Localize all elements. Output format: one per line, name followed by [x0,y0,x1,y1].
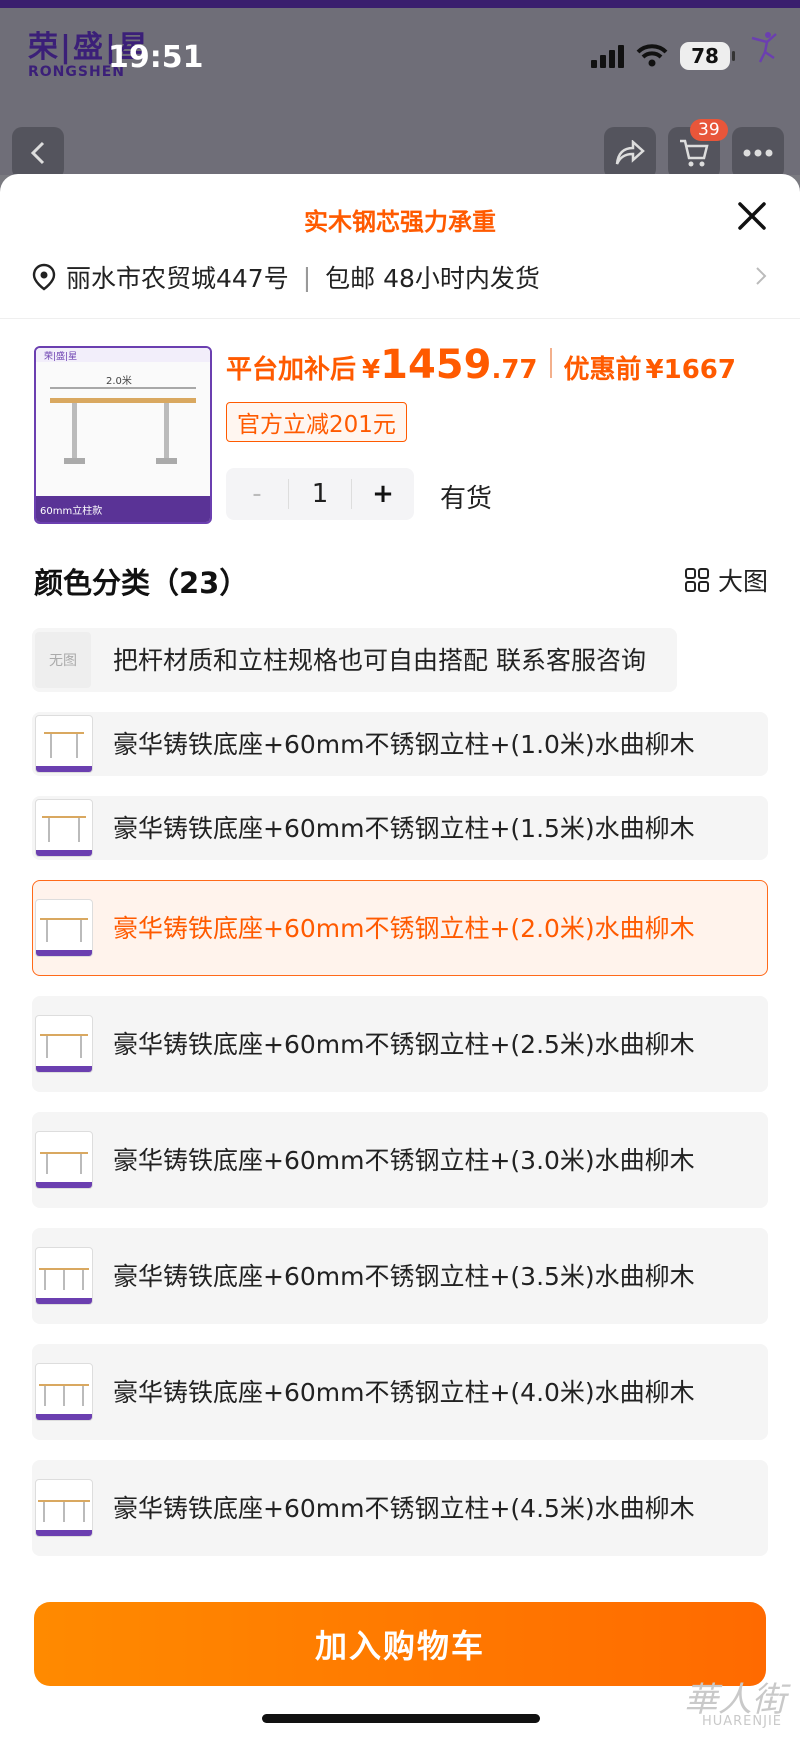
product-image: 荣|盛|星 2.0米 60mm立柱款 [36,348,210,522]
delivery-address-row[interactable]: 丽水市农贸城447号 | 包邮 48小时内发货 [32,254,768,300]
back-button[interactable] [12,127,64,179]
variant-label: 豪华铸铁底座+60mm不锈钢立柱+(1.0米)水曲柳木 [113,729,695,759]
variant-list: 无图 把杆材质和立柱规格也可自由搭配 联系客服咨询 豪华铸铁底座+60mm不锈钢… [32,628,768,1576]
battery-icon: 78 [680,42,735,70]
variant-option[interactable]: 无图 把杆材质和立柱规格也可自由搭配 联系客服咨询 [32,628,677,692]
variant-label: 豪华铸铁底座+60mm不锈钢立柱+(4.0米)水曲柳木 [113,1377,695,1407]
variant-option[interactable]: 豪华铸铁底座+60mm不锈钢立柱+(3.5米)水曲柳木 [32,1228,768,1324]
variant-thumbnail [35,715,93,773]
price-row: 平台加补后 ¥ 1459 .77 优惠前 ¥1667 [226,342,736,388]
variant-label: 把杆材质和立柱规格也可自由搭配 联系客服咨询 [113,645,646,675]
status-time: 19:51 [108,40,204,75]
cart-count-badge: 39 [690,119,728,141]
quantity-decrease-button[interactable]: - [226,479,288,509]
svg-text:60mm立柱款: 60mm立柱款 [40,504,102,517]
quantity-value[interactable]: 1 [288,479,352,509]
quantity-stepper: - 1 + [226,468,414,520]
grid-view-icon [684,568,709,592]
variant-option[interactable]: 豪华铸铁底座+60mm不锈钢立柱+(4.5米)水曲柳木 [32,1460,768,1556]
variant-label: 豪华铸铁底座+60mm不锈钢立柱+(3.5米)水曲柳木 [113,1261,695,1291]
status-indicators: 78 [591,42,735,70]
variant-option-selected[interactable]: 豪华铸铁底座+60mm不锈钢立柱+(2.0米)水曲柳木 [32,880,768,976]
variant-option[interactable]: 豪华铸铁底座+60mm不锈钢立柱+(2.5米)水曲柳木 [32,996,768,1092]
price-integer: 1459 [380,342,492,388]
product-thumbnail[interactable]: 荣|盛|星 2.0米 60mm立柱款 [34,346,212,524]
variant-option[interactable]: 豪华铸铁底座+60mm不锈钢立柱+(1.5米)水曲柳木 [32,796,768,860]
brand-band [0,0,800,8]
chevron-left-icon [30,141,45,165]
svg-text:2.0米: 2.0米 [106,374,132,387]
location-pin-icon [32,263,56,291]
variant-label: 豪华铸铁底座+60mm不锈钢立柱+(3.0米)水曲柳木 [113,1145,695,1175]
variant-label: 豪华铸铁底座+60mm不锈钢立柱+(2.0米)水曲柳木 [113,913,695,943]
more-dots-icon [743,149,773,157]
price-decimal: .77 [491,355,538,385]
chevron-right-icon [756,267,767,285]
original-price: ¥1667 [645,355,736,385]
variant-label: 豪华铸铁底座+60mm不锈钢立柱+(4.5米)水曲柳木 [113,1493,695,1523]
price-currency: ¥ [362,355,381,385]
variant-option[interactable]: 豪华铸铁底座+60mm不锈钢立柱+(3.0米)水曲柳木 [32,1112,768,1208]
share-icon [615,140,645,165]
large-image-toggle[interactable]: 大图 [684,562,768,598]
discount-badge: 官方立减201元 [226,402,407,442]
large-image-label: 大图 [717,567,768,596]
variant-option[interactable]: 豪华铸铁底座+60mm不锈钢立柱+(1.0米)水曲柳木 [32,712,768,776]
quantity-increase-button[interactable]: + [352,479,414,509]
price-label: 平台加补后 [226,355,357,385]
shipping-info: 包邮 48小时内发货 [325,264,540,293]
no-image-placeholder: 无图 [35,632,91,688]
variant-label: 豪华铸铁底座+60mm不锈钢立柱+(2.5米)水曲柳木 [113,1029,695,1059]
cart-button[interactable]: 39 [668,119,728,179]
close-icon[interactable] [732,196,772,236]
background-page: 荣|盛|星 RONGSHEN 19:51 78 39 [0,0,800,179]
cellular-signal-icon [591,44,624,68]
variant-thumbnail [35,1363,93,1421]
variant-thumbnail [35,1479,93,1537]
variant-option[interactable]: 豪华铸铁底座+60mm不锈钢立柱+(4.0米)水曲柳木 [32,1344,768,1440]
home-indicator[interactable] [262,1714,540,1723]
divider [0,318,800,319]
original-price-label: 优惠前 [563,355,642,385]
variant-thumbnail [35,799,93,857]
variant-section-title: 颜色分类（23） [34,566,249,600]
variant-thumbnail [35,1015,93,1073]
delivery-address: 丽水市农贸城447号 [66,264,289,293]
address-separator: | [302,262,312,292]
wifi-icon [636,44,668,67]
more-button[interactable] [732,127,784,179]
price-separator [549,348,552,378]
sheet-title: 实木钢芯强力承重 [304,208,496,236]
sku-selector-sheet: 实木钢芯强力承重 丽水市农贸城447号 | 包邮 48小时内发货 荣|盛|星 2… [0,174,800,1738]
stock-status: 有货 [440,484,493,514]
variant-thumbnail [35,899,93,957]
watermark-text: HUARENJIE [701,1714,782,1729]
add-to-cart-button[interactable]: 加入购物车 [34,1602,766,1686]
share-button[interactable] [604,127,656,179]
variant-thumbnail [35,1247,93,1305]
svg-text:荣|盛|星: 荣|盛|星 [44,350,77,362]
variant-label: 豪华铸铁底座+60mm不锈钢立柱+(1.5米)水曲柳木 [113,813,695,843]
variant-thumbnail [35,1131,93,1189]
shopping-cart-icon [680,139,709,167]
dancer-logo-icon [751,32,777,63]
